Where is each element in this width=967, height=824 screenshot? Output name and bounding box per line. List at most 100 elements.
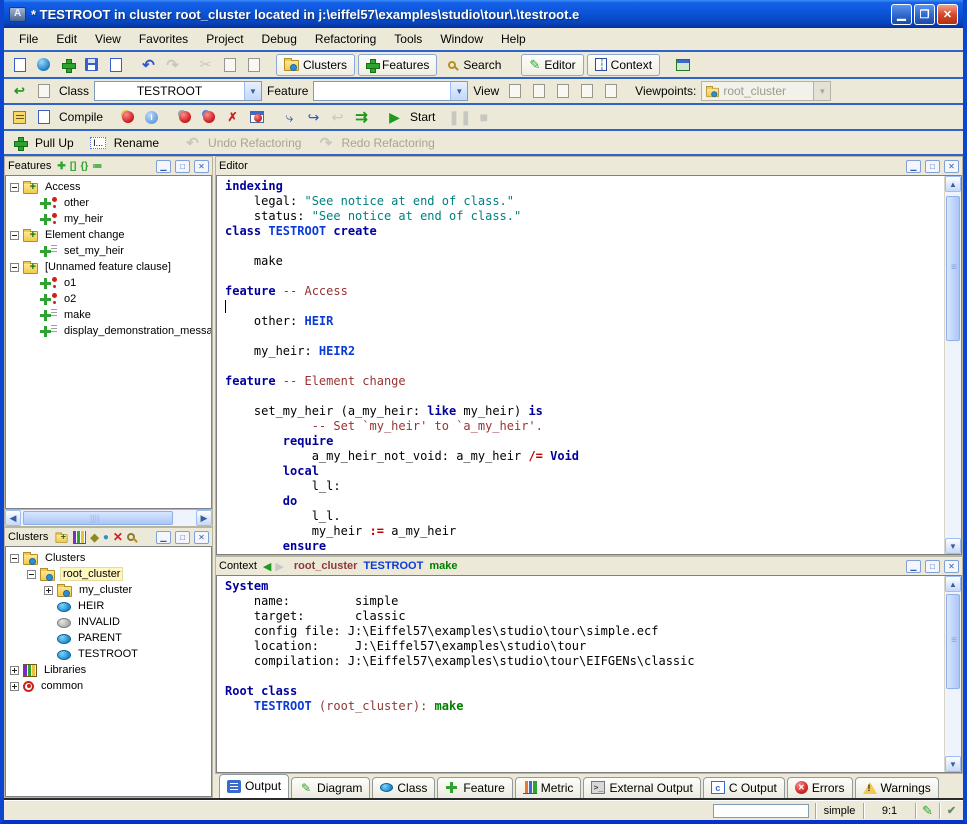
menu-favorites[interactable]: Favorites (130, 29, 197, 49)
editor-vscrollbar[interactable]: ▲ ▼ (944, 176, 961, 554)
menu-refactoring[interactable]: Refactoring (306, 29, 385, 49)
new-item-icon[interactable] (57, 55, 78, 75)
step-out-icon[interactable]: ↩ (327, 107, 348, 127)
melt-icon[interactable] (9, 107, 30, 127)
check-status-icon[interactable]: ✔ (939, 803, 963, 819)
new-feature-icon[interactable]: ✚ (57, 161, 65, 172)
compile-button[interactable]: Compile (57, 110, 105, 124)
features-button[interactable]: Features (358, 54, 437, 76)
step-over-icon[interactable]: ↪ (303, 107, 324, 127)
info-icon[interactable]: i (141, 107, 162, 127)
menu-edit[interactable]: Edit (47, 29, 86, 49)
search-button[interactable]: Search (440, 54, 509, 76)
remove-item-icon[interactable]: ✕ (113, 530, 123, 544)
editor-button[interactable]: ✎ Editor (521, 54, 583, 76)
tree-item-my-heir[interactable]: my_heir (6, 211, 211, 227)
minimize-button[interactable]: ▁ (891, 4, 912, 25)
start-button[interactable]: Start (408, 110, 437, 124)
paste-icon[interactable] (243, 55, 264, 75)
pull-up-button[interactable]: Pull Up (33, 136, 76, 150)
add-class-icon[interactable]: ◆ (90, 531, 98, 544)
copy-icon[interactable] (219, 55, 240, 75)
assigners-filter-icon[interactable]: ≔ (92, 161, 102, 172)
view-contract-icon[interactable] (576, 81, 597, 101)
tree-item-make[interactable]: make (6, 307, 211, 323)
run-no-stop-icon[interactable]: ⇉ (351, 107, 372, 127)
menu-view[interactable]: View (86, 29, 130, 49)
context-minimize-icon[interactable]: ▁ (906, 560, 921, 573)
context-vscroll-thumb[interactable] (946, 594, 960, 689)
context-scroll-up-icon[interactable]: ▲ (945, 576, 961, 592)
tree-item--unnamed-feature-clause-[interactable]: [Unnamed feature clause] (6, 259, 211, 275)
tree-item-parent[interactable]: PARENT (6, 630, 211, 646)
freeze-icon[interactable] (33, 107, 54, 127)
expander-icon[interactable] (10, 263, 19, 272)
context-vscrollbar[interactable]: ▲ ▼ (944, 576, 961, 772)
tree-item-display-demonstration-messa[interactable]: display_demonstration_messa (6, 323, 211, 339)
tree-item-element-change[interactable]: Element change (6, 227, 211, 243)
close-button[interactable]: ✕ (937, 4, 958, 25)
tree-item-o2[interactable]: o2 (6, 291, 211, 307)
class-combobox-arrow-icon[interactable]: ▼ (244, 82, 261, 100)
rename-icon[interactable]: I... (88, 133, 109, 153)
tab-external-output[interactable]: >_External Output (583, 777, 700, 798)
tree-item-libraries[interactable]: Libraries (6, 662, 211, 678)
tree-item-common[interactable]: common (6, 678, 211, 694)
expander-icon[interactable] (10, 554, 19, 563)
tab-diagram[interactable]: ✎Diagram (291, 777, 370, 798)
rename-button[interactable]: Rename (112, 136, 161, 150)
context-maximize-icon[interactable]: □ (925, 560, 940, 573)
save-icon[interactable] (81, 55, 102, 75)
tab-feature[interactable]: Feature (437, 777, 512, 798)
external-editor-icon[interactable] (672, 55, 693, 75)
editor-minimize-icon[interactable]: ▁ (906, 160, 921, 173)
pause-icon[interactable]: ❚❚ (449, 107, 470, 127)
context-output-area[interactable]: System name: simple target: classic conf… (217, 576, 944, 714)
editor-code-area[interactable]: indexing legal: "See notice at end of cl… (217, 176, 944, 554)
cut-icon[interactable]: ✂ (195, 55, 216, 75)
show-breakpoints-icon[interactable] (246, 107, 267, 127)
open-icon[interactable] (33, 55, 54, 75)
redo-icon[interactable]: ↷ (162, 55, 183, 75)
menu-debug[interactable]: Debug (253, 29, 306, 49)
undo-icon[interactable]: ↶ (138, 55, 159, 75)
tree-item-testroot[interactable]: TESTROOT (6, 646, 211, 662)
expander-icon[interactable] (10, 231, 19, 240)
expander-icon[interactable] (44, 586, 53, 595)
expander-icon[interactable] (27, 570, 36, 579)
tab-class[interactable]: Class (372, 777, 435, 798)
tab-errors[interactable]: ✕Errors (787, 777, 853, 798)
menu-window[interactable]: Window (431, 29, 492, 49)
editor-close-icon[interactable]: ✕ (944, 160, 959, 173)
disable-breakpoints-icon[interactable] (198, 107, 219, 127)
tree-item-my-cluster[interactable]: my_cluster (6, 582, 211, 598)
breadcrumb-make[interactable]: make (429, 560, 457, 572)
context-scroll-down-icon[interactable]: ▼ (945, 756, 961, 772)
clusters-maximize-icon[interactable]: □ (175, 531, 190, 544)
clusters-minimize-icon[interactable]: ▁ (156, 531, 171, 544)
new-cluster-icon[interactable] (56, 534, 68, 543)
redo-refactoring-button[interactable]: Redo Refactoring (339, 136, 436, 150)
breadcrumb-testroot[interactable]: TESTROOT (363, 560, 423, 572)
attributes-filter-icon[interactable]: [] (70, 161, 77, 172)
routines-filter-icon[interactable]: {} (80, 161, 88, 172)
features-minimize-icon[interactable]: ▁ (156, 160, 171, 173)
pull-up-icon[interactable] (9, 133, 30, 153)
tree-item-invalid[interactable]: INVALID (6, 614, 211, 630)
tab-c-output[interactable]: cC Output (703, 777, 785, 798)
tree-item-root-cluster[interactable]: root_cluster (6, 566, 211, 582)
feature-combobox[interactable]: ▼ (313, 81, 468, 101)
maximize-button[interactable]: ❐ (914, 4, 935, 25)
context-back-icon[interactable]: ◀ (263, 560, 271, 573)
tab-metric[interactable]: Metric (515, 777, 582, 798)
redo-refactoring-icon[interactable]: ↷ (315, 133, 336, 153)
feature-combobox-arrow-icon[interactable]: ▼ (450, 82, 467, 100)
editor-scroll-down-icon[interactable]: ▼ (945, 538, 961, 554)
features-close-icon[interactable]: ✕ (194, 160, 209, 173)
compile-query-icon[interactable] (117, 107, 138, 127)
tab-warnings[interactable]: Warnings (855, 777, 939, 798)
features-hscrollbar[interactable]: ◀ ▶ (5, 509, 212, 526)
context-close-icon[interactable]: ✕ (944, 560, 959, 573)
expander-icon[interactable] (10, 682, 19, 691)
step-into-icon[interactable]: ⤷ (279, 107, 300, 127)
